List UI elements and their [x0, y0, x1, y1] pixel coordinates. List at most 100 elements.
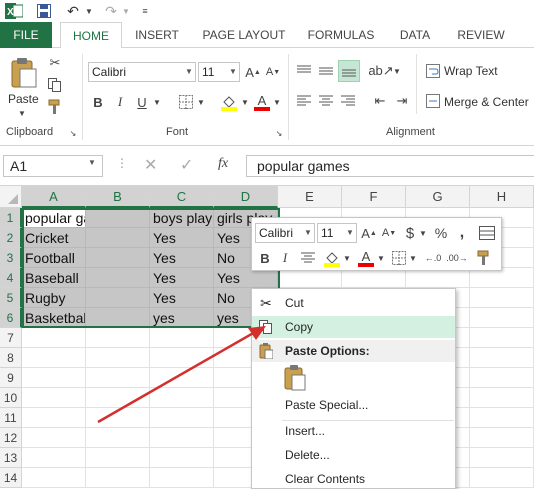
chevron-down-icon[interactable]: ▼ [302, 224, 314, 242]
underline-icon[interactable]: U [132, 92, 152, 112]
save-icon[interactable] [34, 2, 54, 20]
cell-c9[interactable] [150, 368, 214, 388]
row-header-9[interactable]: 9 [0, 368, 22, 388]
mini-format-painter-icon[interactable] [474, 248, 494, 268]
cell-c7[interactable] [150, 328, 214, 348]
underline-dropdown-icon[interactable]: ▼ [152, 92, 162, 112]
chevron-down-icon[interactable]: ▼ [227, 63, 239, 81]
menu-item-clear-contents[interactable]: Clear Contents [252, 468, 455, 489]
cell-h10[interactable] [470, 388, 534, 408]
cell-c14[interactable] [150, 468, 214, 488]
cell-c10[interactable] [150, 388, 214, 408]
row-header-8[interactable]: 8 [0, 348, 22, 368]
chevron-down-icon[interactable]: ▼ [183, 63, 195, 81]
cell-b1[interactable] [86, 208, 150, 228]
cell-a12[interactable] [22, 428, 86, 448]
format-table-icon[interactable] [476, 223, 498, 243]
cell-c4[interactable]: Yes [150, 268, 214, 288]
italic-icon[interactable]: I [110, 92, 130, 112]
percent-icon[interactable]: % [432, 223, 450, 243]
undo-dropdown-icon[interactable]: ▼ [84, 2, 94, 20]
mini-borders-dropdown-icon[interactable]: ▼ [408, 248, 418, 268]
cell-h12[interactable] [470, 428, 534, 448]
orientation-icon[interactable]: ab↗ [368, 60, 393, 82]
menu-item-paste-special[interactable]: Paste Special... [252, 394, 455, 416]
select-all-corner[interactable] [0, 186, 22, 208]
cell-b14[interactable] [86, 468, 150, 488]
menu-item-cut[interactable]: ✂ Cut [252, 292, 455, 314]
fill-color-icon[interactable] [218, 92, 240, 112]
currency-dropdown-icon[interactable]: ▼ [418, 223, 428, 243]
cell-h9[interactable] [470, 368, 534, 388]
paste-option-icon[interactable] [284, 365, 306, 391]
decrease-indent-icon[interactable]: ⇤ [370, 90, 390, 112]
format-painter-icon[interactable] [46, 98, 64, 116]
cell-a14[interactable] [22, 468, 86, 488]
mini-fill-dropdown-icon[interactable]: ▼ [342, 248, 352, 268]
formula-input[interactable]: popular games [246, 155, 534, 177]
column-header-h[interactable]: H [470, 186, 534, 208]
cell-b11[interactable] [86, 408, 150, 428]
cell-b12[interactable] [86, 428, 150, 448]
cell-b2[interactable] [86, 228, 150, 248]
cell-a10[interactable] [22, 388, 86, 408]
cell-c8[interactable] [150, 348, 214, 368]
paste-button-label[interactable]: Paste [8, 92, 39, 106]
cell-a8[interactable] [22, 348, 86, 368]
tab-file[interactable]: FILE [0, 22, 52, 48]
undo-icon[interactable]: ↶ [62, 2, 84, 20]
cell-g4[interactable] [406, 268, 470, 288]
cell-h6[interactable] [470, 308, 534, 328]
customize-toolbar-icon[interactable]: ≡ [138, 2, 152, 20]
merge-center-icon[interactable] [424, 92, 442, 110]
tab-insert[interactable]: INSERT [128, 22, 186, 48]
row-header-5[interactable]: 5 [0, 288, 22, 308]
cell-c13[interactable] [150, 448, 214, 468]
font-color-icon[interactable]: A [252, 92, 272, 112]
cell-b9[interactable] [86, 368, 150, 388]
insert-function-icon[interactable]: fx [218, 156, 228, 172]
cell-b8[interactable] [86, 348, 150, 368]
column-header-d[interactable]: D [214, 186, 278, 208]
clipboard-launcher-icon[interactable]: ↘ [68, 128, 78, 138]
mini-decrease-font-icon[interactable]: A ▼ [380, 223, 398, 243]
cell-c1[interactable]: boys play [150, 208, 214, 228]
mini-font-color-dropdown-icon[interactable]: ▼ [376, 248, 386, 268]
redo-icon[interactable]: ↷ [100, 2, 122, 20]
cell-h11[interactable] [470, 408, 534, 428]
column-header-g[interactable]: G [406, 186, 470, 208]
cell-c5[interactable]: Yes [150, 288, 214, 308]
row-header-2[interactable]: 2 [0, 228, 22, 248]
cell-f4[interactable] [342, 268, 406, 288]
cell-a3[interactable]: Football [22, 248, 86, 268]
row-header-11[interactable]: 11 [0, 408, 22, 428]
align-left-icon[interactable] [294, 90, 314, 112]
column-header-a[interactable]: A [22, 186, 86, 208]
wrap-text-icon[interactable] [424, 62, 442, 80]
enter-icon[interactable]: ✓ [180, 155, 193, 175]
borders-dropdown-icon[interactable]: ▼ [196, 92, 206, 112]
cell-h8[interactable] [470, 348, 534, 368]
cell-a5[interactable]: Rugby [22, 288, 86, 308]
row-header-4[interactable]: 4 [0, 268, 22, 288]
align-center-icon[interactable] [316, 90, 336, 112]
cell-h7[interactable] [470, 328, 534, 348]
cell-b6[interactable] [86, 308, 150, 328]
cell-h5[interactable] [470, 288, 534, 308]
merge-center-button[interactable]: Merge & Center [444, 95, 529, 109]
name-box-dropdown-icon[interactable]: ▼ [88, 158, 96, 167]
bold-icon[interactable]: B [88, 92, 108, 112]
tab-data[interactable]: DATA [390, 22, 440, 48]
font-color-dropdown-icon[interactable]: ▼ [272, 92, 282, 112]
cell-c3[interactable]: Yes [150, 248, 214, 268]
font-size-combo[interactable]: 11 ▼ [198, 62, 240, 82]
redo-dropdown-icon[interactable]: ▼ [121, 2, 131, 20]
font-name-combo[interactable]: Calibri ▼ [88, 62, 196, 82]
cell-b3[interactable] [86, 248, 150, 268]
cell-b10[interactable] [86, 388, 150, 408]
tab-formulas[interactable]: FORMULAS [300, 22, 382, 48]
cell-a9[interactable] [22, 368, 86, 388]
menu-item-copy[interactable]: Copy [252, 316, 455, 338]
tab-review[interactable]: REVIEW [450, 22, 512, 48]
currency-icon[interactable]: $ [402, 223, 418, 243]
